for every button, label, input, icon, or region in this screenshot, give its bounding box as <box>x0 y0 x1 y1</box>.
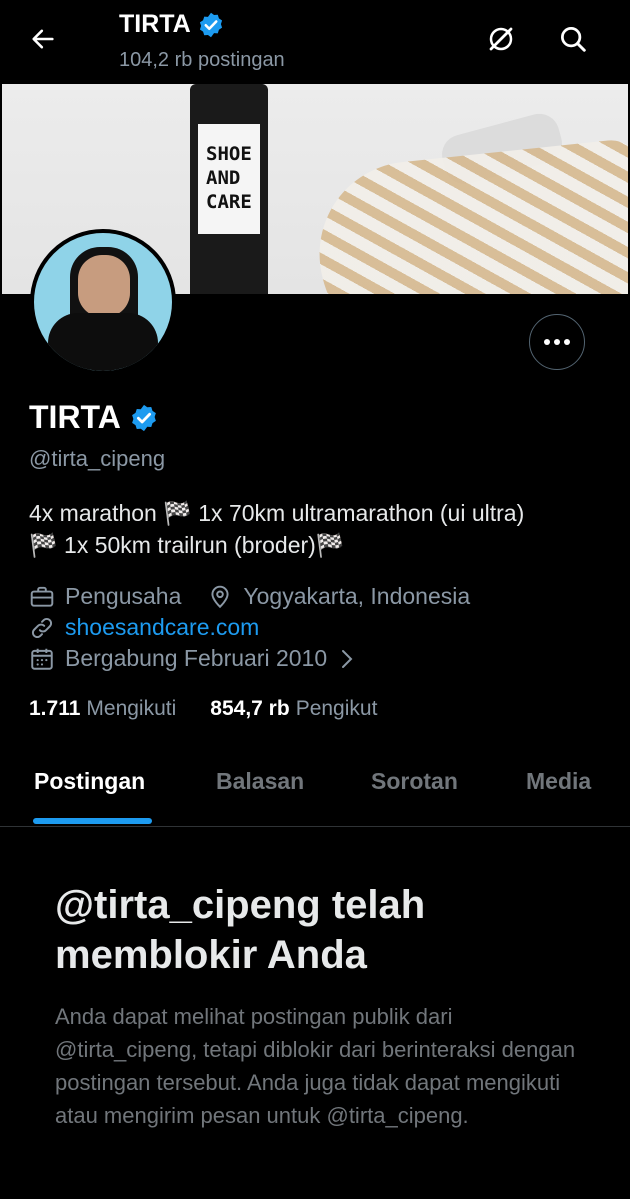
profile-handle: @tirta_cipeng <box>29 446 166 471</box>
profile-meta-row-1: Pengusaha Yogyakarta, Indonesia <box>29 583 496 610</box>
followers-label: Pengikut <box>295 697 378 720</box>
tab-balasan[interactable]: Balasan <box>216 768 304 795</box>
joined-text: Bergabung Februari 2010 <box>65 645 328 671</box>
bio-line-1: 4x marathon 🏁 1x 70km ultramarathon (ui … <box>29 500 525 526</box>
tab-media[interactable]: Media <box>526 768 591 795</box>
location-text: Yogyakarta, Indonesia <box>243 583 471 609</box>
banner-shoe-sole <box>310 137 628 294</box>
banner-bottle-label: SHOE AND CARE <box>198 124 260 234</box>
search-icon <box>561 27 586 52</box>
avatar[interactable] <box>30 229 176 375</box>
header-title: TIRTA <box>119 10 191 38</box>
link-icon <box>31 617 53 638</box>
more-options-button[interactable] <box>529 314 585 370</box>
avatar-body <box>48 313 158 371</box>
profile-tabs: Postingan Balasan Sorotan Media <box>0 752 630 827</box>
top-bar: TIRTA 104,2 rb postingan <box>0 0 630 84</box>
grok-button[interactable] <box>484 22 518 56</box>
more-icon <box>544 339 570 345</box>
blocked-title: @tirta_cipeng telah memblokir Anda <box>55 883 426 977</box>
back-arrow-icon <box>32 29 54 49</box>
following-link[interactable]: 1.711 Mengikuti <box>29 697 176 721</box>
grok-icon <box>489 27 513 51</box>
follow-stats: 1.711 Mengikuti 854,7 rb Pengikut <box>29 697 377 721</box>
blocked-message: Anda dapat melihat postingan publik dari… <box>55 1004 576 1128</box>
followers-link[interactable]: 854,7 rb Pengikut <box>210 697 377 721</box>
followers-count: 854,7 rb <box>210 697 290 720</box>
following-count: 1.711 <box>29 697 81 720</box>
back-button[interactable] <box>26 22 60 56</box>
bio-line-2: 🏁 1x 50km trailrun (broder)🏁 <box>29 532 345 558</box>
briefcase-icon <box>30 586 54 607</box>
occupation-text: Pengusaha <box>65 583 182 609</box>
verified-badge-icon <box>199 12 222 37</box>
website-item[interactable]: shoesandcare.com <box>29 614 259 641</box>
chevron-right-icon <box>342 649 353 668</box>
avatar-face <box>78 255 130 317</box>
following-label: Mengikuti <box>86 697 177 720</box>
header-title-row: TIRTA <box>119 10 225 39</box>
profile-name-row: TIRTA <box>29 399 159 436</box>
location-pin-icon <box>211 585 229 608</box>
profile-meta-row-3: Bergabung Februari 2010 <box>29 645 383 672</box>
profile-bio: 4x marathon 🏁 1x 70km ultramarathon (ui … <box>29 497 619 561</box>
website-link[interactable]: shoesandcare.com <box>65 614 259 641</box>
post-count: 104,2 rb postingan <box>119 49 285 71</box>
profile-meta-row-2: shoesandcare.com <box>29 614 285 641</box>
occupation-item: Pengusaha <box>29 583 181 610</box>
calendar-icon <box>31 648 53 670</box>
verified-badge-icon[interactable] <box>129 403 159 433</box>
active-tab-indicator <box>33 818 152 824</box>
tab-sorotan[interactable]: Sorotan <box>371 768 458 795</box>
location-item: Yogyakarta, Indonesia <box>207 583 470 610</box>
search-button[interactable] <box>556 22 590 56</box>
profile-name: TIRTA <box>29 399 121 435</box>
joined-item[interactable]: Bergabung Februari 2010 <box>29 645 357 672</box>
tab-postingan[interactable]: Postingan <box>34 768 145 795</box>
